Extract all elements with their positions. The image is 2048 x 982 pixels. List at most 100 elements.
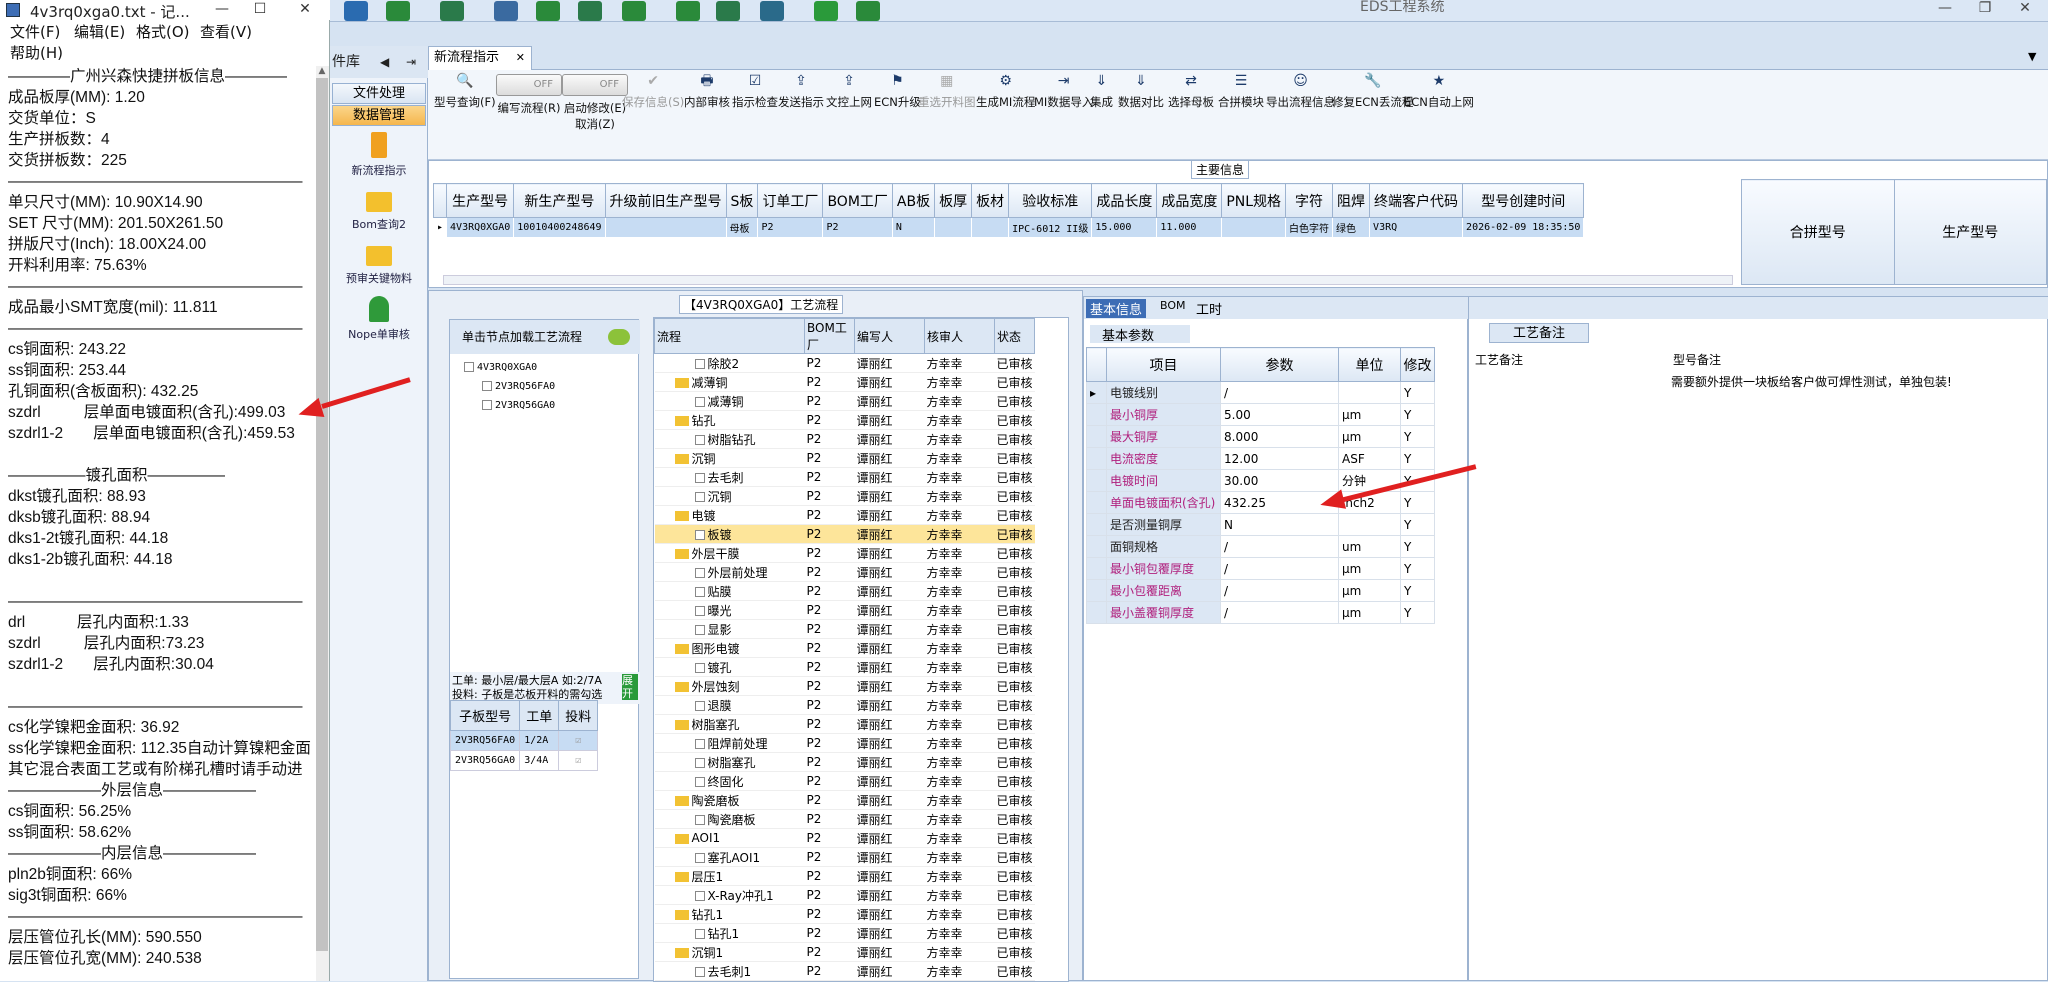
param-modify[interactable]: Y	[1401, 382, 1435, 404]
expand-button[interactable]: 展开	[622, 674, 638, 700]
flow-cell-bom[interactable]: P2	[805, 411, 855, 430]
col-model-note[interactable]: 型号备注	[1673, 351, 1721, 368]
param-modify[interactable]: Y	[1401, 404, 1435, 426]
flow-cell-s[interactable]: 已审核	[995, 563, 1035, 582]
table-row[interactable]: 最小铜厚5.00μmY	[1087, 404, 1435, 426]
flow-cell-s[interactable]: 已审核	[995, 867, 1035, 886]
row-selector[interactable]	[1087, 580, 1107, 602]
tool-import[interactable]: ⇥MI数据导入	[1034, 74, 1093, 110]
table-row[interactable]: 2V3RQ56GA03/4A☑	[451, 751, 598, 771]
flow-step-cell[interactable]: 陶瓷磨板	[655, 810, 805, 829]
flow-cell-bom[interactable]: P2	[805, 639, 855, 658]
flow-step-cell[interactable]: 钻孔	[655, 411, 805, 430]
flow-cell-r[interactable]: 方幸幸	[925, 791, 995, 810]
table-cell[interactable]: P2	[758, 218, 823, 238]
work-order-cell[interactable]: 1/2A	[520, 731, 559, 751]
flow-cell-bom[interactable]: P2	[805, 867, 855, 886]
flow-cell-s[interactable]: 已审核	[995, 810, 1035, 829]
flow-cell-r[interactable]: 方幸幸	[925, 753, 995, 772]
col-header[interactable]: S板	[726, 184, 758, 218]
table-cell[interactable]: 15.000	[1092, 218, 1157, 238]
param-unit[interactable]: ASF	[1339, 448, 1401, 470]
flow-cell-bom[interactable]: P2	[805, 848, 855, 867]
chevron-left-icon[interactable]: ◀	[380, 46, 389, 78]
flow-row[interactable]: 显影P2谭丽红方幸幸已审核	[655, 620, 1035, 639]
col-header[interactable]: 流程	[655, 319, 805, 354]
flow-cell-r[interactable]: 方幸幸	[925, 677, 995, 696]
flow-step-cell[interactable]: 塞孔AOI1	[655, 848, 805, 867]
flow-cell-bom[interactable]: P2	[805, 677, 855, 696]
param-value[interactable]: 8.000	[1221, 426, 1339, 448]
flow-step-cell[interactable]: 减薄铜	[655, 392, 805, 411]
flow-step-cell[interactable]: 层压1	[655, 867, 805, 886]
btn-file-process[interactable]: 文件处理	[332, 83, 426, 104]
flow-cell-w[interactable]: 谭丽红	[855, 430, 925, 449]
flow-cell-bom[interactable]: P2	[805, 734, 855, 753]
side-item-nope[interactable]: Nope单审核	[330, 296, 428, 342]
scroll-up-icon[interactable]: ▲	[316, 66, 328, 78]
minimize-icon[interactable]: —	[1930, 0, 1960, 16]
flow-cell-s[interactable]: 已审核	[995, 658, 1035, 677]
flow-cell-s[interactable]: 已审核	[995, 392, 1035, 411]
row-selector[interactable]	[1087, 426, 1107, 448]
tool-search[interactable]: 🔍型号查询(F)	[434, 74, 496, 110]
flow-row[interactable]: 电镀P2谭丽红方幸幸已审核	[655, 506, 1035, 525]
col-header[interactable]: 订单工厂	[758, 184, 823, 218]
flow-row[interactable]: 板镀P2谭丽红方幸幸已审核	[655, 525, 1035, 544]
col-header[interactable]: 修改	[1401, 348, 1435, 382]
flow-cell-s[interactable]: 已审核	[995, 430, 1035, 449]
row-selector[interactable]	[1087, 558, 1107, 580]
row-selector[interactable]	[1087, 404, 1107, 426]
flow-cell-w[interactable]: 谭丽红	[855, 886, 925, 905]
search-icon[interactable]	[344, 1, 368, 21]
flow-step-cell[interactable]: 树脂塞孔	[655, 715, 805, 734]
flow-cell-bom[interactable]: P2	[805, 791, 855, 810]
feed-checkbox[interactable]: ☑	[559, 751, 598, 771]
flow-cell-w[interactable]: 谭丽红	[855, 658, 925, 677]
flow-row[interactable]: 树脂塞孔P2谭丽红方幸幸已审核	[655, 753, 1035, 772]
flow-cell-r[interactable]: 方幸幸	[925, 506, 995, 525]
col-feed[interactable]: 投料	[559, 701, 598, 731]
row-selector[interactable]	[1087, 536, 1107, 558]
maximize-icon[interactable]: ☐	[240, 0, 280, 20]
flow-cell-r[interactable]: 方幸幸	[925, 487, 995, 506]
menu-edit[interactable]: 编辑(E)	[74, 21, 125, 42]
param-unit[interactable]	[1339, 382, 1401, 404]
col-header[interactable]: 项目	[1107, 348, 1221, 382]
menu-view[interactable]: 查看(V)	[200, 21, 252, 42]
table-row[interactable]: 电流密度12.00ASFY	[1087, 448, 1435, 470]
flow-cell-s[interactable]: 已审核	[995, 487, 1035, 506]
flow-cell-bom[interactable]: P2	[805, 430, 855, 449]
flow-row[interactable]: 树脂塞孔P2谭丽红方幸幸已审核	[655, 715, 1035, 734]
flow-step-cell[interactable]: 曝光	[655, 601, 805, 620]
flow-cell-s[interactable]: 已审核	[995, 677, 1035, 696]
flow-cell-w[interactable]: 谭丽红	[855, 449, 925, 468]
table-row[interactable]: ▸电镀线别/Y	[1087, 382, 1435, 404]
flow-cell-bom[interactable]: P2	[805, 943, 855, 962]
param-unit[interactable]: μm	[1339, 580, 1401, 602]
flow-cell-w[interactable]: 谭丽红	[855, 772, 925, 791]
flow-row[interactable]: 曝光P2谭丽红方幸幸已审核	[655, 601, 1035, 620]
tab-craft-notes[interactable]: 工艺备注	[1489, 323, 1589, 343]
flow-cell-bom[interactable]: P2	[805, 373, 855, 392]
flow-cell-s[interactable]: 已审核	[995, 829, 1035, 848]
flow-row[interactable]: 图形电镀P2谭丽红方幸幸已审核	[655, 639, 1035, 658]
flow-step-cell[interactable]: 镀孔	[655, 658, 805, 677]
col-header[interactable]: 编写人	[855, 319, 925, 354]
col-header[interactable]: 核审人	[925, 319, 995, 354]
flow-row[interactable]: 层压1P2谭丽红方幸幸已审核	[655, 867, 1035, 886]
flow-row[interactable]: 沉铜P2谭丽红方幸幸已审核	[655, 487, 1035, 506]
menu-file[interactable]: 文件(F)	[10, 21, 60, 42]
flow-cell-r[interactable]: 方幸幸	[925, 829, 995, 848]
param-value[interactable]: /	[1221, 602, 1339, 624]
flow-cell-s[interactable]: 已审核	[995, 696, 1035, 715]
flow-cell-w[interactable]: 谭丽红	[855, 791, 925, 810]
flow-cell-s[interactable]: 已审核	[995, 943, 1035, 962]
param-unit[interactable]: μm	[1339, 426, 1401, 448]
flow-cell-w[interactable]: 谭丽红	[855, 810, 925, 829]
flow-cell-bom[interactable]: P2	[805, 905, 855, 924]
table-row[interactable]: 最大铜厚8.000μmY	[1087, 426, 1435, 448]
user-icon[interactable]	[676, 1, 700, 21]
table-cell[interactable]: P2	[823, 218, 892, 238]
flow-cell-r[interactable]: 方幸幸	[925, 924, 995, 943]
